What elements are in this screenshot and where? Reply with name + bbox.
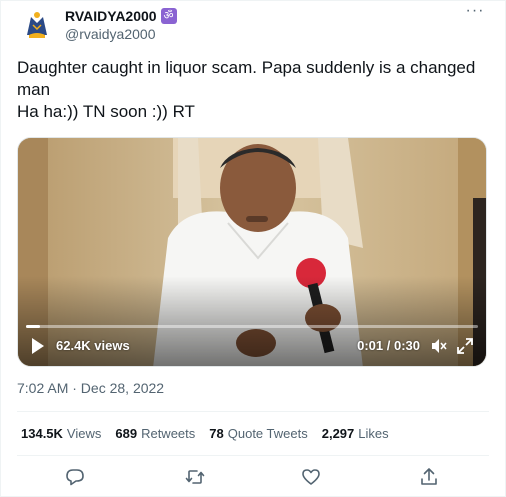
video-timecode: 0:01 / 0:30	[357, 338, 420, 353]
tweet-header: RVAIDYA2000 ॐ @rvaidya2000 ···	[17, 3, 491, 47]
likes-stat[interactable]: 2,297 Likes	[322, 426, 389, 444]
display-name[interactable]: RVAIDYA2000	[65, 8, 157, 24]
share-button[interactable]	[419, 467, 441, 489]
action-bar	[17, 463, 489, 491]
quote-tweets-label: Quote Tweets	[227, 426, 308, 441]
tweet-text: Daughter caught in liquor scam. Papa sud…	[17, 58, 476, 121]
video-view-count: 62.4K views	[56, 338, 130, 353]
likes-label: Likes	[358, 426, 389, 441]
likes-count: 2,297	[321, 426, 355, 441]
more-options-button[interactable]: ···	[463, 3, 487, 25]
retweet-icon	[185, 470, 205, 484]
tweet-timestamp[interactable]: 7:02 AM · Dec 28, 2022	[17, 380, 164, 396]
share-icon	[421, 468, 437, 485]
engagement-stats: 134.5K Views 689 Retweets 78 Quote Tweet…	[21, 426, 389, 444]
like-button[interactable]	[301, 467, 323, 489]
views-stat[interactable]: 134.5K Views	[21, 426, 101, 444]
retweets-label: Retweets	[141, 426, 196, 441]
mute-icon[interactable]	[430, 337, 448, 355]
reply-button[interactable]	[65, 467, 87, 489]
quote-tweets-count: 78	[209, 426, 224, 441]
quote-tweets-stat[interactable]: 78 Quote Tweets	[209, 426, 307, 444]
views-count: 134.5K	[21, 426, 63, 441]
retweets-count: 689	[115, 426, 138, 441]
video-player[interactable]: 62.4K views 0:01 / 0:30	[17, 137, 487, 367]
play-icon[interactable]	[30, 336, 46, 356]
divider	[17, 455, 489, 456]
name-row: RVAIDYA2000 ॐ	[65, 7, 177, 25]
retweets-stat[interactable]: 689 Retweets	[115, 426, 195, 444]
retweet-button[interactable]	[185, 467, 207, 489]
emblem-avatar-icon	[17, 5, 57, 45]
reply-icon	[66, 469, 84, 486]
avatar[interactable]	[17, 5, 57, 45]
om-badge-icon: ॐ	[160, 8, 177, 24]
user-handle[interactable]: @rvaidya2000	[65, 26, 156, 42]
like-icon	[302, 469, 320, 485]
divider	[17, 411, 489, 412]
views-label: Views	[66, 426, 102, 441]
fullscreen-icon[interactable]	[456, 337, 474, 355]
tweet-card: RVAIDYA2000 ॐ @rvaidya2000 ··· Daughter …	[0, 0, 506, 497]
video-controls: 62.4K views 0:01 / 0:30	[18, 328, 486, 366]
